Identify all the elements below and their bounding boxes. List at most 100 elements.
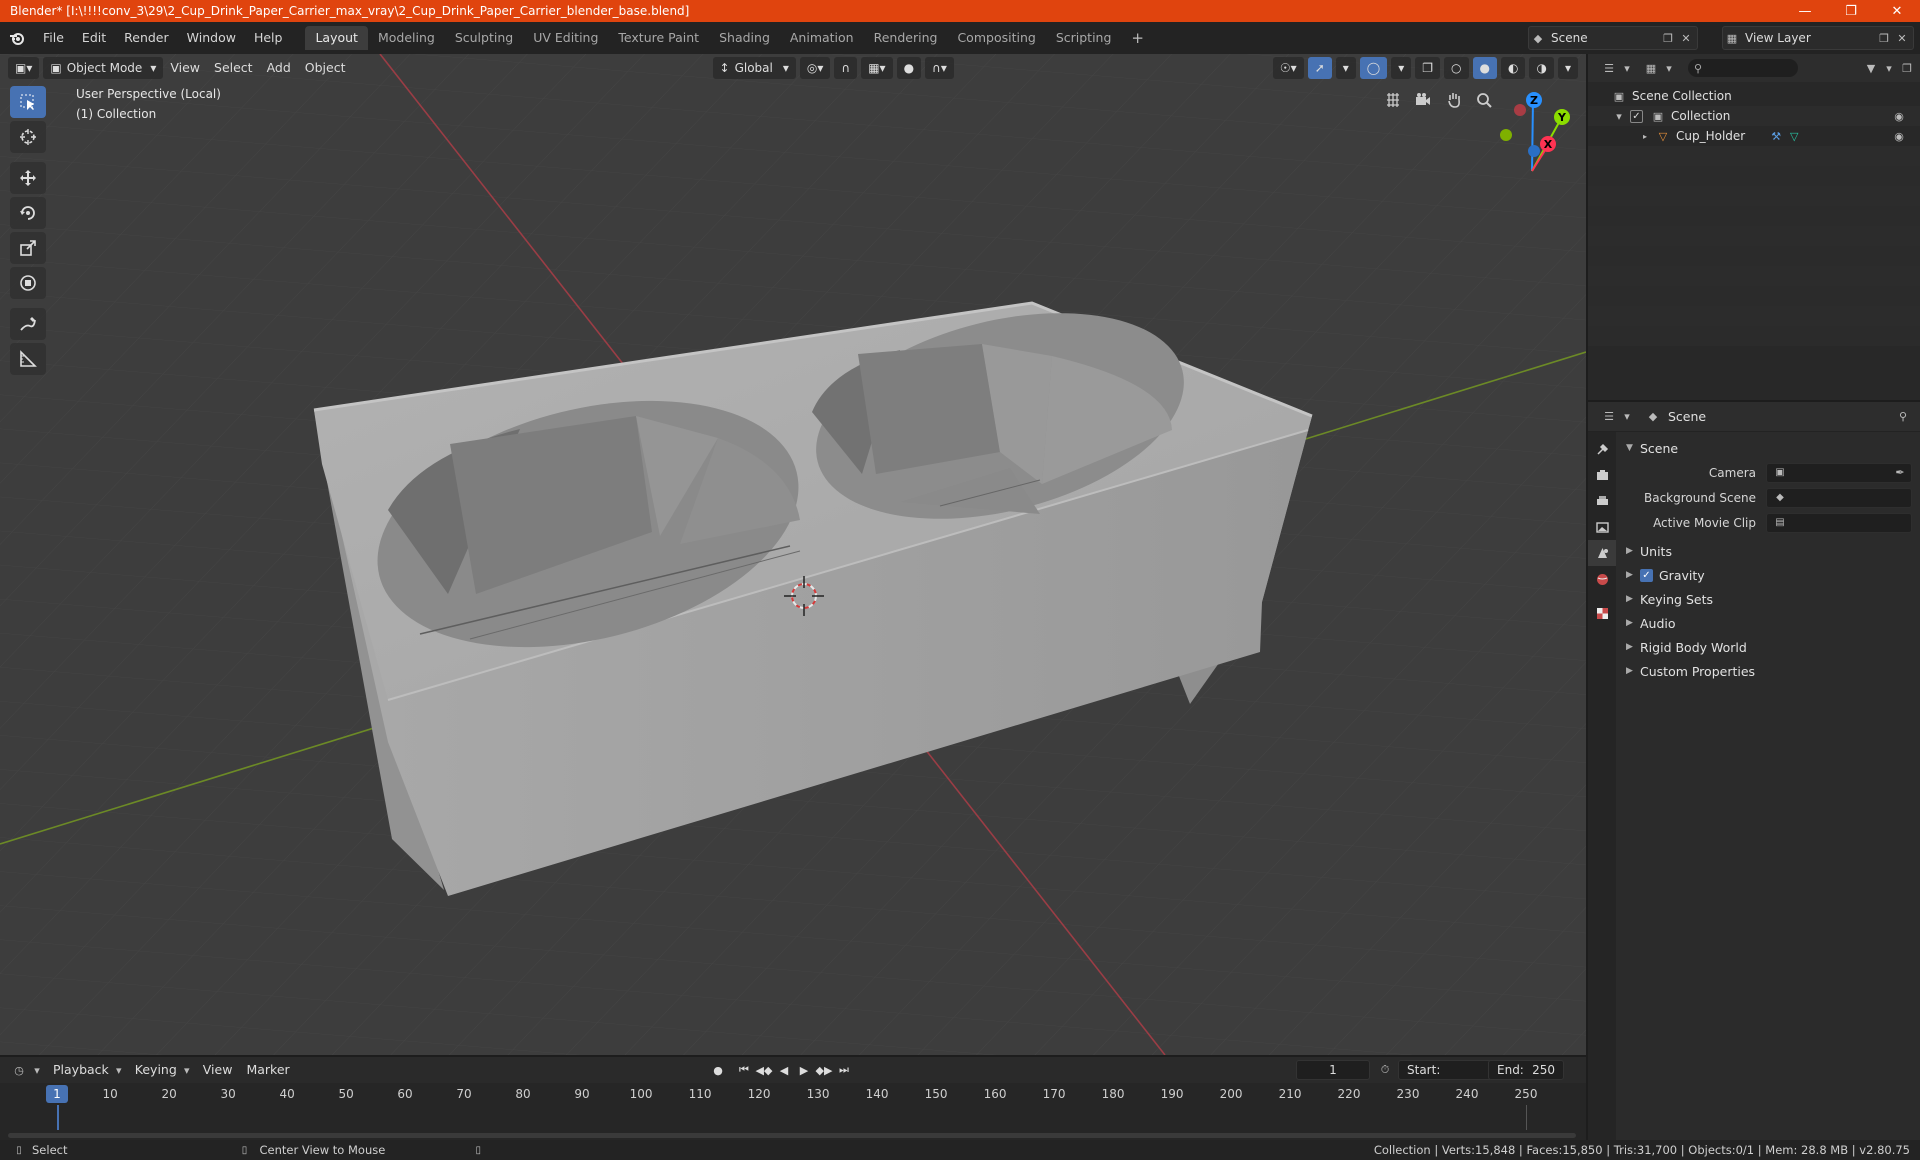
snap-toggle-button[interactable]: ∩ — [834, 57, 858, 79]
timeline-editor-icon[interactable]: ◷ — [10, 1061, 28, 1079]
record-button[interactable]: ● — [708, 1060, 728, 1080]
gravity-checkbox[interactable]: ✓ — [1640, 568, 1653, 582]
panel-units[interactable]: ▶ Units — [1618, 539, 1920, 563]
outliner-row-collection[interactable]: ▾ ✓ ▣ Collection ◉ — [1588, 106, 1920, 126]
tab-render[interactable] — [1588, 462, 1616, 488]
prev-keyframe-button[interactable]: ◀◆ — [754, 1060, 774, 1080]
scale-tool[interactable] — [10, 232, 46, 264]
pivot-point-button[interactable]: ◎ ▾ — [799, 57, 831, 79]
pan-hand-icon[interactable] — [1441, 87, 1467, 113]
minimize-button[interactable]: — — [1782, 0, 1828, 22]
camera-field[interactable]: ▣ ✒ — [1766, 462, 1912, 483]
transform-tool[interactable] — [10, 267, 46, 299]
tab-scripting[interactable]: Scripting — [1046, 26, 1122, 50]
panel-gravity[interactable]: ▶ ✓ Gravity — [1618, 563, 1920, 587]
display-mode-icon[interactable]: ▦ — [1642, 59, 1660, 77]
visibility-selector[interactable]: ☉ ▾ — [1272, 57, 1304, 79]
filter-icon[interactable]: ▼ — [1862, 59, 1880, 77]
tab-texture[interactable] — [1588, 600, 1616, 626]
background-scene-field[interactable]: ◆ — [1766, 487, 1912, 508]
eyedropper-icon[interactable]: ✒ — [1891, 464, 1909, 482]
timeline-track-area[interactable] — [0, 1105, 1586, 1130]
outliner-search[interactable]: ⚲ — [1688, 59, 1798, 77]
3d-viewport[interactable]: Z Y X ▣ ▾ ▣ Object Mode ▾ View Select Add O… — [0, 54, 1586, 1055]
rotate-tool[interactable] — [10, 197, 46, 229]
gizmo-neg-z[interactable] — [1528, 145, 1540, 157]
shading-solid[interactable]: ● — [1472, 57, 1497, 79]
panel-custom-properties[interactable]: ▶ Custom Properties — [1618, 659, 1920, 683]
gizmo-x-axis[interactable]: X — [1540, 136, 1556, 152]
expand-arrow-icon[interactable]: ▾ — [1610, 107, 1628, 125]
menu-file[interactable]: File — [34, 22, 73, 54]
shading-material[interactable]: ◐ — [1501, 57, 1526, 79]
gizmo-options[interactable]: ▾ — [1335, 57, 1356, 79]
eye-icon[interactable]: ◉ — [1890, 107, 1908, 125]
add-workspace-button[interactable]: + — [1121, 26, 1154, 50]
collection-checkbox[interactable]: ✓ — [1630, 109, 1643, 123]
proportional-edit-button[interactable]: ● — [896, 57, 922, 79]
toggle-grid-icon[interactable] — [1380, 87, 1406, 113]
outliner-row-scene-collection[interactable]: ▣ Scene Collection — [1588, 86, 1920, 106]
play-button[interactable]: ▶ — [794, 1060, 814, 1080]
panel-keying-sets[interactable]: ▶ Keying Sets — [1618, 587, 1920, 611]
menu-edit[interactable]: Edit — [73, 22, 115, 54]
shading-options[interactable]: ▾ — [1557, 57, 1578, 79]
overlays-toggle[interactable]: ◯ — [1359, 57, 1388, 79]
cursor-tool[interactable] — [10, 121, 46, 153]
new-view-layer-icon[interactable]: ❐ — [1875, 29, 1893, 47]
shading-rendered[interactable]: ◑ — [1529, 57, 1554, 79]
new-scene-icon[interactable]: ❐ — [1659, 29, 1677, 47]
chevron-down-icon[interactable]: ▾ — [1618, 408, 1636, 426]
timeline-scrollbar[interactable] — [8, 1133, 1576, 1138]
menu-select[interactable]: Select — [207, 57, 260, 79]
tab-world[interactable] — [1588, 566, 1616, 592]
scene-selector[interactable]: ◆ Scene ❐ ✕ — [1528, 26, 1698, 50]
menu-object[interactable]: Object — [298, 57, 353, 79]
outliner-editor-icon[interactable]: ☰ — [1600, 59, 1618, 77]
tab-scene[interactable] — [1588, 540, 1616, 566]
panel-rigid-body-world[interactable]: ▶ Rigid Body World — [1618, 635, 1920, 659]
menu-render[interactable]: Render — [115, 22, 178, 54]
chevron-down-icon[interactable]: ▾ — [28, 1061, 46, 1079]
stopwatch-icon[interactable]: ⏱ — [1376, 1061, 1394, 1079]
jump-start-button[interactable]: ⏮ — [734, 1060, 754, 1080]
tab-uv-editing[interactable]: UV Editing — [523, 26, 608, 50]
next-keyframe-button[interactable]: ◆▶ — [814, 1060, 834, 1080]
properties-editor-icon[interactable]: ☰ — [1600, 408, 1618, 426]
eye-icon[interactable]: ◉ — [1890, 127, 1908, 145]
tab-rendering[interactable]: Rendering — [864, 26, 948, 50]
end-frame-field[interactable]: End: 250 — [1488, 1060, 1564, 1080]
menu-keying[interactable]: Keying — [128, 1059, 184, 1081]
blender-logo-icon[interactable] — [0, 22, 34, 54]
play-reverse-button[interactable]: ◀ — [774, 1060, 794, 1080]
timeline-ruler[interactable]: 1 10 20 30 40 50 60 70 80 90 100 110 120 130 140 150 16… — [0, 1083, 1586, 1105]
menu-playback[interactable]: Playback — [46, 1059, 116, 1081]
menu-view[interactable]: View — [163, 57, 207, 79]
tab-layout[interactable]: Layout — [305, 26, 368, 50]
delete-view-layer-icon[interactable]: ✕ — [1893, 29, 1911, 47]
chevron-down-icon[interactable]: ▾ — [1880, 59, 1898, 77]
tab-view-layer[interactable] — [1588, 514, 1616, 540]
menu-timeline-view[interactable]: View — [196, 1059, 240, 1081]
menu-add[interactable]: Add — [260, 57, 298, 79]
view-layer-selector[interactable]: ▦ View Layer ❐ ✕ — [1722, 26, 1914, 50]
mesh-data-icon[interactable]: ▽ — [1785, 127, 1803, 145]
gizmo-neg-x[interactable] — [1514, 104, 1526, 116]
outliner-search-input[interactable] — [1706, 62, 1787, 74]
gizmo-neg-y[interactable] — [1500, 129, 1512, 141]
close-button[interactable]: ✕ — [1874, 0, 1920, 22]
move-tool[interactable] — [10, 162, 46, 194]
menu-window[interactable]: Window — [178, 22, 245, 54]
tab-shading[interactable]: Shading — [709, 26, 780, 50]
tab-tool[interactable] — [1588, 436, 1616, 462]
overlays-options[interactable]: ▾ — [1391, 57, 1412, 79]
zoom-icon[interactable] — [1471, 87, 1497, 113]
snap-target-button[interactable]: ▦ ▾ — [861, 57, 893, 79]
restore-button[interactable]: ❐ — [1828, 0, 1874, 22]
outliner-row-cup-holder[interactable]: ▸ ▽ Cup_Holder ⚒ ▽ ◉ — [1588, 126, 1920, 146]
tab-animation[interactable]: Animation — [780, 26, 864, 50]
tab-sculpting[interactable]: Sculpting — [445, 26, 523, 50]
transform-orientation-selector[interactable]: ↕ Global ▾ — [712, 57, 796, 79]
menu-marker[interactable]: Marker — [239, 1059, 296, 1081]
active-movie-clip-field[interactable]: ▤ — [1766, 512, 1912, 533]
